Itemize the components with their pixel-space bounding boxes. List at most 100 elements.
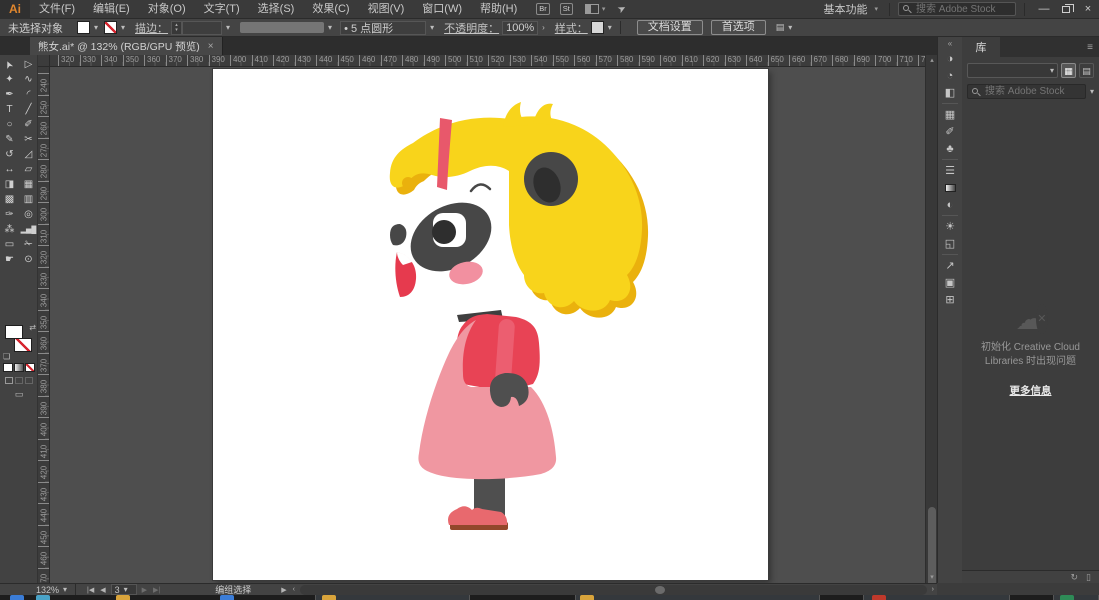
chevron-down-icon[interactable]: ▾	[430, 23, 434, 32]
appearance-panel-icon[interactable]: ☀	[938, 218, 962, 235]
close-button[interactable]: ×	[1077, 0, 1099, 19]
stock-button[interactable]: St	[559, 3, 573, 15]
taskbar-item-app-blue[interactable]	[10, 595, 24, 600]
style-label[interactable]: 样式：	[555, 20, 588, 36]
restore-button[interactable]	[1055, 0, 1077, 19]
chevron-down-icon[interactable]: ▾	[608, 23, 612, 32]
color-button[interactable]	[3, 363, 13, 372]
chevron-down-icon[interactable]: ▾	[226, 23, 230, 32]
taskbar-item-folder-yellow3[interactable]	[580, 595, 594, 600]
collapse-panels-icon[interactable]: «	[938, 37, 962, 50]
horizontal-scrollbar[interactable]	[299, 584, 927, 595]
artboards-panel-icon[interactable]: ⊞	[938, 291, 962, 308]
chevron-down-icon[interactable]: ▾	[121, 23, 125, 32]
style-swatch[interactable]	[590, 21, 604, 34]
screen-mode-button[interactable]: ▭	[0, 389, 38, 400]
color-panel-icon[interactable]: ◑	[938, 50, 962, 67]
chevron-down-icon[interactable]: ▾	[788, 23, 792, 32]
artboard-tool[interactable]: ▭	[0, 237, 19, 252]
hand-tool[interactable]: ☛	[0, 252, 19, 267]
mesh-tool[interactable]: ▩	[0, 192, 19, 207]
horizontal-scroll-thumb[interactable]	[654, 585, 665, 594]
document-setup-button[interactable]: 文档设置	[636, 20, 703, 35]
gradient-tool[interactable]: ▥	[19, 192, 38, 207]
paintbrush-tool[interactable]: ✐	[19, 117, 38, 132]
artboard[interactable]	[213, 69, 768, 580]
opacity-value[interactable]: 100%	[502, 20, 539, 35]
gradient-panel-icon[interactable]	[938, 179, 962, 196]
pathfinder-panel-icon[interactable]: ◧	[938, 84, 962, 101]
fill-proxy-swatch[interactable]	[5, 325, 23, 339]
rotate-tool[interactable]: ↺	[0, 147, 19, 162]
last-artboard-button[interactable]: ▶|	[153, 586, 160, 594]
pen-tool[interactable]: ✒	[0, 87, 19, 102]
shape-builder-tool[interactable]: ◨	[0, 177, 19, 192]
slice-tool[interactable]: ✁	[19, 237, 38, 252]
document-tab[interactable]: 熊女.ai* @ 132% (RGB/GPU 预览) ×	[30, 37, 223, 55]
curvature-tool[interactable]: ◜	[19, 87, 38, 102]
sync-icon[interactable]: ↻	[1071, 571, 1079, 583]
gradient-button[interactable]	[14, 363, 24, 372]
preferences-button[interactable]: 首选项	[710, 20, 766, 35]
list-view-button[interactable]: ▤	[1079, 63, 1094, 78]
status-menu-arrow[interactable]: ▶	[281, 586, 286, 594]
close-icon[interactable]: ×	[208, 41, 214, 52]
taskbar-item-folder-yellow[interactable]	[116, 595, 130, 600]
taskbar-item-app-red[interactable]	[872, 595, 886, 600]
chevron-down-icon[interactable]: ▾	[602, 5, 606, 13]
taskbar-button[interactable]	[575, 595, 820, 600]
swap-fill-stroke-icon[interactable]: ⇄	[29, 323, 36, 332]
column-graph-tool[interactable]: ▂▅█	[19, 222, 38, 237]
brushes-panel-icon[interactable]: ✐	[938, 123, 962, 140]
artboard-number-dropdown[interactable]: 3 ▾	[110, 584, 137, 595]
free-transform-tool[interactable]: ▱	[19, 162, 38, 177]
stroke-color-swatch[interactable]	[104, 21, 118, 34]
opacity-label[interactable]: 不透明度：	[444, 20, 499, 36]
stroke-panel-icon[interactable]: ☰	[938, 162, 962, 179]
graphic-styles-panel-icon[interactable]: ◱	[938, 235, 962, 252]
swatches-panel-icon[interactable]: ▦	[938, 106, 962, 123]
grid-view-button[interactable]: ▦	[1061, 63, 1076, 78]
stroke-weight-stepper[interactable]: ▴ ▾	[171, 20, 183, 35]
lasso-tool[interactable]: ∿	[19, 72, 38, 87]
scroll-right-icon[interactable]: ›	[932, 586, 934, 593]
bridge-button[interactable]: Br	[536, 3, 550, 15]
next-artboard-button[interactable]: ▶	[142, 586, 147, 594]
asset-export-panel-icon[interactable]: ↗	[938, 257, 962, 274]
menu-效果[interactable]: 效果(C)	[303, 0, 358, 19]
zoom-tool[interactable]: ⊙	[19, 252, 38, 267]
menu-编辑[interactable]: 编辑(E)	[84, 0, 139, 19]
scissors-tool[interactable]: ✂	[19, 132, 38, 147]
pencil-tool[interactable]: ✎	[0, 132, 19, 147]
menu-窗口[interactable]: 窗口(W)	[413, 0, 471, 19]
menu-文字[interactable]: 文字(T)	[195, 0, 249, 19]
search-input[interactable]	[898, 2, 1016, 16]
stroke-proxy-swatch[interactable]	[14, 338, 32, 352]
brush-definition-dropdown[interactable]: • 5 点圆形	[340, 20, 427, 35]
zoom-level-dropdown[interactable]: 132% ▾	[36, 585, 67, 595]
previous-artboard-button[interactable]: ◀	[100, 586, 105, 594]
menu-视图[interactable]: 视图(V)	[359, 0, 414, 19]
transparency-panel-icon[interactable]: ◐	[938, 196, 962, 213]
variable-width-profile[interactable]	[240, 22, 325, 33]
line-segment-tool[interactable]: ╱	[19, 102, 38, 117]
first-artboard-button[interactable]: |◀	[87, 586, 94, 594]
ellipse-tool[interactable]: ○	[0, 117, 19, 132]
menu-对象[interactable]: 对象(O)	[139, 0, 195, 19]
taskbar-item-folder-yellow2[interactable]	[322, 595, 336, 600]
none-button[interactable]	[25, 363, 35, 372]
chevron-down-icon[interactable]: ▾	[1090, 87, 1094, 96]
menu-帮助[interactable]: 帮助(H)	[471, 0, 526, 19]
stroke-weight-label[interactable]: 描边：	[135, 20, 168, 36]
symbol-sprayer-tool[interactable]: ⁂	[0, 222, 19, 237]
default-fill-stroke-icon[interactable]: ❏	[3, 352, 10, 361]
draw-inside-icon[interactable]	[25, 377, 33, 384]
workspace-switcher[interactable]: 基本功能	[823, 1, 867, 17]
chevron-down-icon[interactable]: ▾	[328, 23, 332, 32]
width-tool[interactable]: ↔	[0, 162, 19, 177]
panel-menu-icon[interactable]: ≡	[1087, 42, 1099, 53]
draw-normal-icon[interactable]	[5, 377, 13, 384]
taskbar-item-app-cyan[interactable]	[36, 595, 50, 600]
more-info-link[interactable]: 更多信息	[1010, 383, 1052, 398]
select-similar-icon[interactable]: ▤	[776, 22, 785, 33]
